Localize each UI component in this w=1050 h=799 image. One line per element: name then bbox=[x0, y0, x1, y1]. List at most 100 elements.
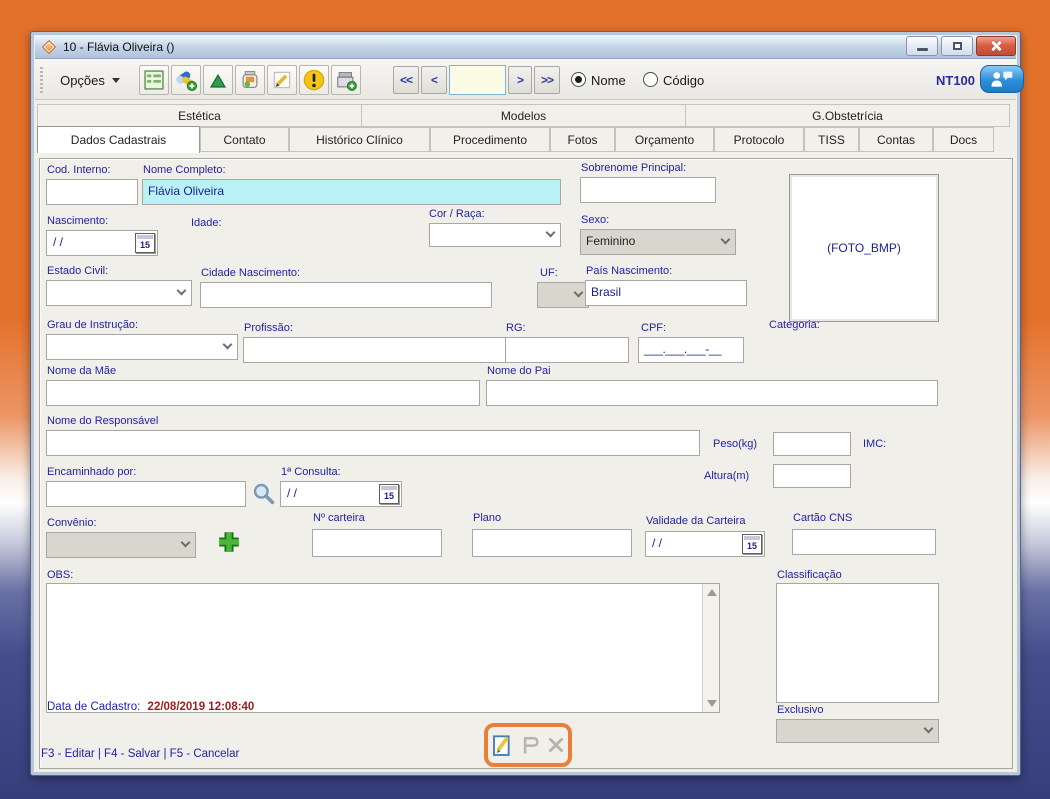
altura-field[interactable] bbox=[773, 464, 851, 488]
record-number-input[interactable] bbox=[449, 65, 506, 95]
nav-last-button[interactable]: >> bbox=[534, 66, 560, 94]
cpf-field[interactable]: ___.___.___-__ bbox=[638, 337, 744, 363]
estado-civil-select[interactable] bbox=[46, 280, 192, 306]
cashier-icon bbox=[335, 69, 357, 91]
nav-next-button[interactable]: > bbox=[508, 66, 532, 94]
minimize-button[interactable] bbox=[906, 36, 938, 56]
classificacao-listbox[interactable] bbox=[776, 583, 939, 703]
cod-interno-label: Cod. Interno: bbox=[47, 164, 111, 176]
uf-select[interactable] bbox=[537, 282, 589, 308]
chevron-down-icon bbox=[181, 538, 191, 548]
search-icon[interactable] bbox=[252, 482, 276, 506]
tab-procedimento[interactable]: Procedimento bbox=[430, 127, 550, 152]
primeira-consulta-field[interactable]: / / 15 bbox=[280, 481, 402, 507]
add-register-button[interactable] bbox=[331, 65, 361, 95]
peso-field[interactable] bbox=[773, 432, 851, 456]
tab-modelos[interactable]: Modelos bbox=[361, 104, 686, 127]
peso-label: Peso(kg) bbox=[713, 438, 757, 450]
data-cadastro-value: 22/08/2019 12:08:40 bbox=[148, 701, 255, 713]
nascimento-field[interactable]: / / 15 bbox=[46, 230, 158, 256]
maximize-icon bbox=[953, 42, 962, 50]
cone-button[interactable] bbox=[203, 65, 233, 95]
imc-label: IMC: bbox=[863, 438, 886, 450]
toolbar-grip[interactable] bbox=[40, 67, 43, 93]
tab-contas[interactable]: Contas bbox=[859, 127, 933, 152]
cor-raca-select[interactable] bbox=[429, 223, 561, 247]
mixture-jar-button[interactable] bbox=[235, 65, 265, 95]
estado-civil-label: Estado Civil: bbox=[47, 265, 108, 277]
primeira-consulta-value: / / bbox=[287, 486, 297, 500]
tab-g-obstetricia[interactable]: G.Obstetrícia bbox=[685, 104, 1010, 127]
tab-orcamento[interactable]: Orçamento bbox=[615, 127, 714, 152]
sexo-select[interactable]: Feminino bbox=[580, 229, 736, 255]
nascimento-value: / / bbox=[53, 235, 63, 249]
add-medication-button[interactable] bbox=[171, 65, 201, 95]
options-menu-button[interactable]: Opções bbox=[47, 66, 133, 94]
obs-scrollbar[interactable] bbox=[702, 584, 719, 712]
cidade-nascimento-label: Cidade Nascimento: bbox=[201, 267, 300, 279]
rg-field[interactable] bbox=[505, 337, 629, 363]
cartao-cns-label: Cartão CNS bbox=[793, 512, 852, 524]
convenio-select[interactable] bbox=[46, 532, 196, 558]
patient-photo-box[interactable]: (FOTO_BMP) bbox=[789, 174, 939, 322]
chevron-down-icon bbox=[721, 235, 731, 245]
annotation-highlight bbox=[484, 723, 572, 767]
close-button[interactable] bbox=[976, 36, 1016, 56]
maximize-button[interactable] bbox=[941, 36, 973, 56]
nome-mae-field[interactable] bbox=[46, 380, 480, 406]
cidade-nascimento-field[interactable] bbox=[200, 282, 492, 308]
tab-protocolo[interactable]: Protocolo bbox=[714, 127, 804, 152]
nome-completo-field[interactable]: Flávia Oliveira bbox=[142, 179, 561, 205]
exclusivo-select[interactable] bbox=[776, 719, 939, 743]
alert-icon bbox=[303, 69, 325, 91]
data-cadastro: Data de Cadastro: 22/08/2019 12:08:40 bbox=[47, 701, 254, 713]
altura-label: Altura(m) bbox=[704, 470, 749, 482]
cartao-cns-field[interactable] bbox=[792, 529, 936, 555]
pais-nascimento-field[interactable]: Brasil bbox=[585, 280, 747, 306]
alert-button[interactable] bbox=[299, 65, 329, 95]
nascimento-label: Nascimento: bbox=[47, 215, 108, 227]
patient-form-button[interactable] bbox=[139, 65, 169, 95]
nome-responsavel-field[interactable] bbox=[46, 430, 700, 456]
radio-codigo[interactable] bbox=[643, 72, 658, 87]
edit-note-button[interactable] bbox=[267, 65, 297, 95]
grau-instrucao-select[interactable] bbox=[46, 334, 238, 360]
nav-first-button[interactable]: << bbox=[393, 66, 419, 94]
plano-field[interactable] bbox=[472, 529, 632, 557]
chat-support-button[interactable] bbox=[980, 65, 1024, 93]
profissao-field[interactable] bbox=[243, 337, 517, 363]
cancel-record-icon[interactable] bbox=[547, 735, 565, 755]
desktop-background: 10 - Flávia Oliveira () Opções bbox=[0, 0, 1050, 799]
version-label: NT100 bbox=[936, 73, 975, 88]
plano-label: Plano bbox=[473, 512, 501, 524]
encaminhado-field[interactable] bbox=[46, 481, 246, 507]
shortcut-hints: F3 - Editar | F4 - Salvar | F5 - Cancela… bbox=[41, 748, 239, 760]
tab-estetica[interactable]: Estética bbox=[37, 104, 362, 127]
convenio-label: Convênio: bbox=[47, 517, 97, 529]
tab-tiss[interactable]: TISS bbox=[804, 127, 859, 152]
save-record-icon[interactable] bbox=[520, 734, 540, 756]
nome-pai-field[interactable] bbox=[486, 380, 938, 406]
add-convenio-icon[interactable] bbox=[217, 530, 241, 554]
num-carteira-field[interactable] bbox=[312, 529, 442, 557]
radio-nome[interactable] bbox=[571, 72, 586, 87]
scroll-down-icon[interactable] bbox=[707, 700, 717, 707]
obs-textarea[interactable] bbox=[46, 583, 720, 713]
tab-contato[interactable]: Contato bbox=[200, 127, 289, 152]
cod-interno-field[interactable] bbox=[46, 179, 138, 205]
tab-dados-cadastrais[interactable]: Dados Cadastrais bbox=[37, 126, 200, 153]
validade-carteira-field[interactable]: / / 15 bbox=[645, 531, 765, 557]
chevron-down-icon bbox=[177, 286, 187, 296]
calendar-icon[interactable]: 15 bbox=[742, 534, 762, 554]
sobrenome-field[interactable] bbox=[580, 177, 716, 203]
tab-historico-clinico[interactable]: Histórico Clínico bbox=[289, 127, 430, 152]
nav-prev-button[interactable]: < bbox=[421, 66, 447, 94]
scroll-up-icon[interactable] bbox=[707, 589, 717, 596]
tab-fotos[interactable]: Fotos bbox=[550, 127, 615, 152]
title-bar[interactable]: 10 - Flávia Oliveira () bbox=[35, 36, 1016, 59]
calendar-icon[interactable]: 15 bbox=[135, 233, 155, 253]
calendar-icon[interactable]: 15 bbox=[379, 484, 399, 504]
edit-record-icon[interactable] bbox=[491, 733, 513, 757]
cpf-label: CPF: bbox=[641, 322, 666, 334]
tab-docs[interactable]: Docs bbox=[933, 127, 994, 152]
